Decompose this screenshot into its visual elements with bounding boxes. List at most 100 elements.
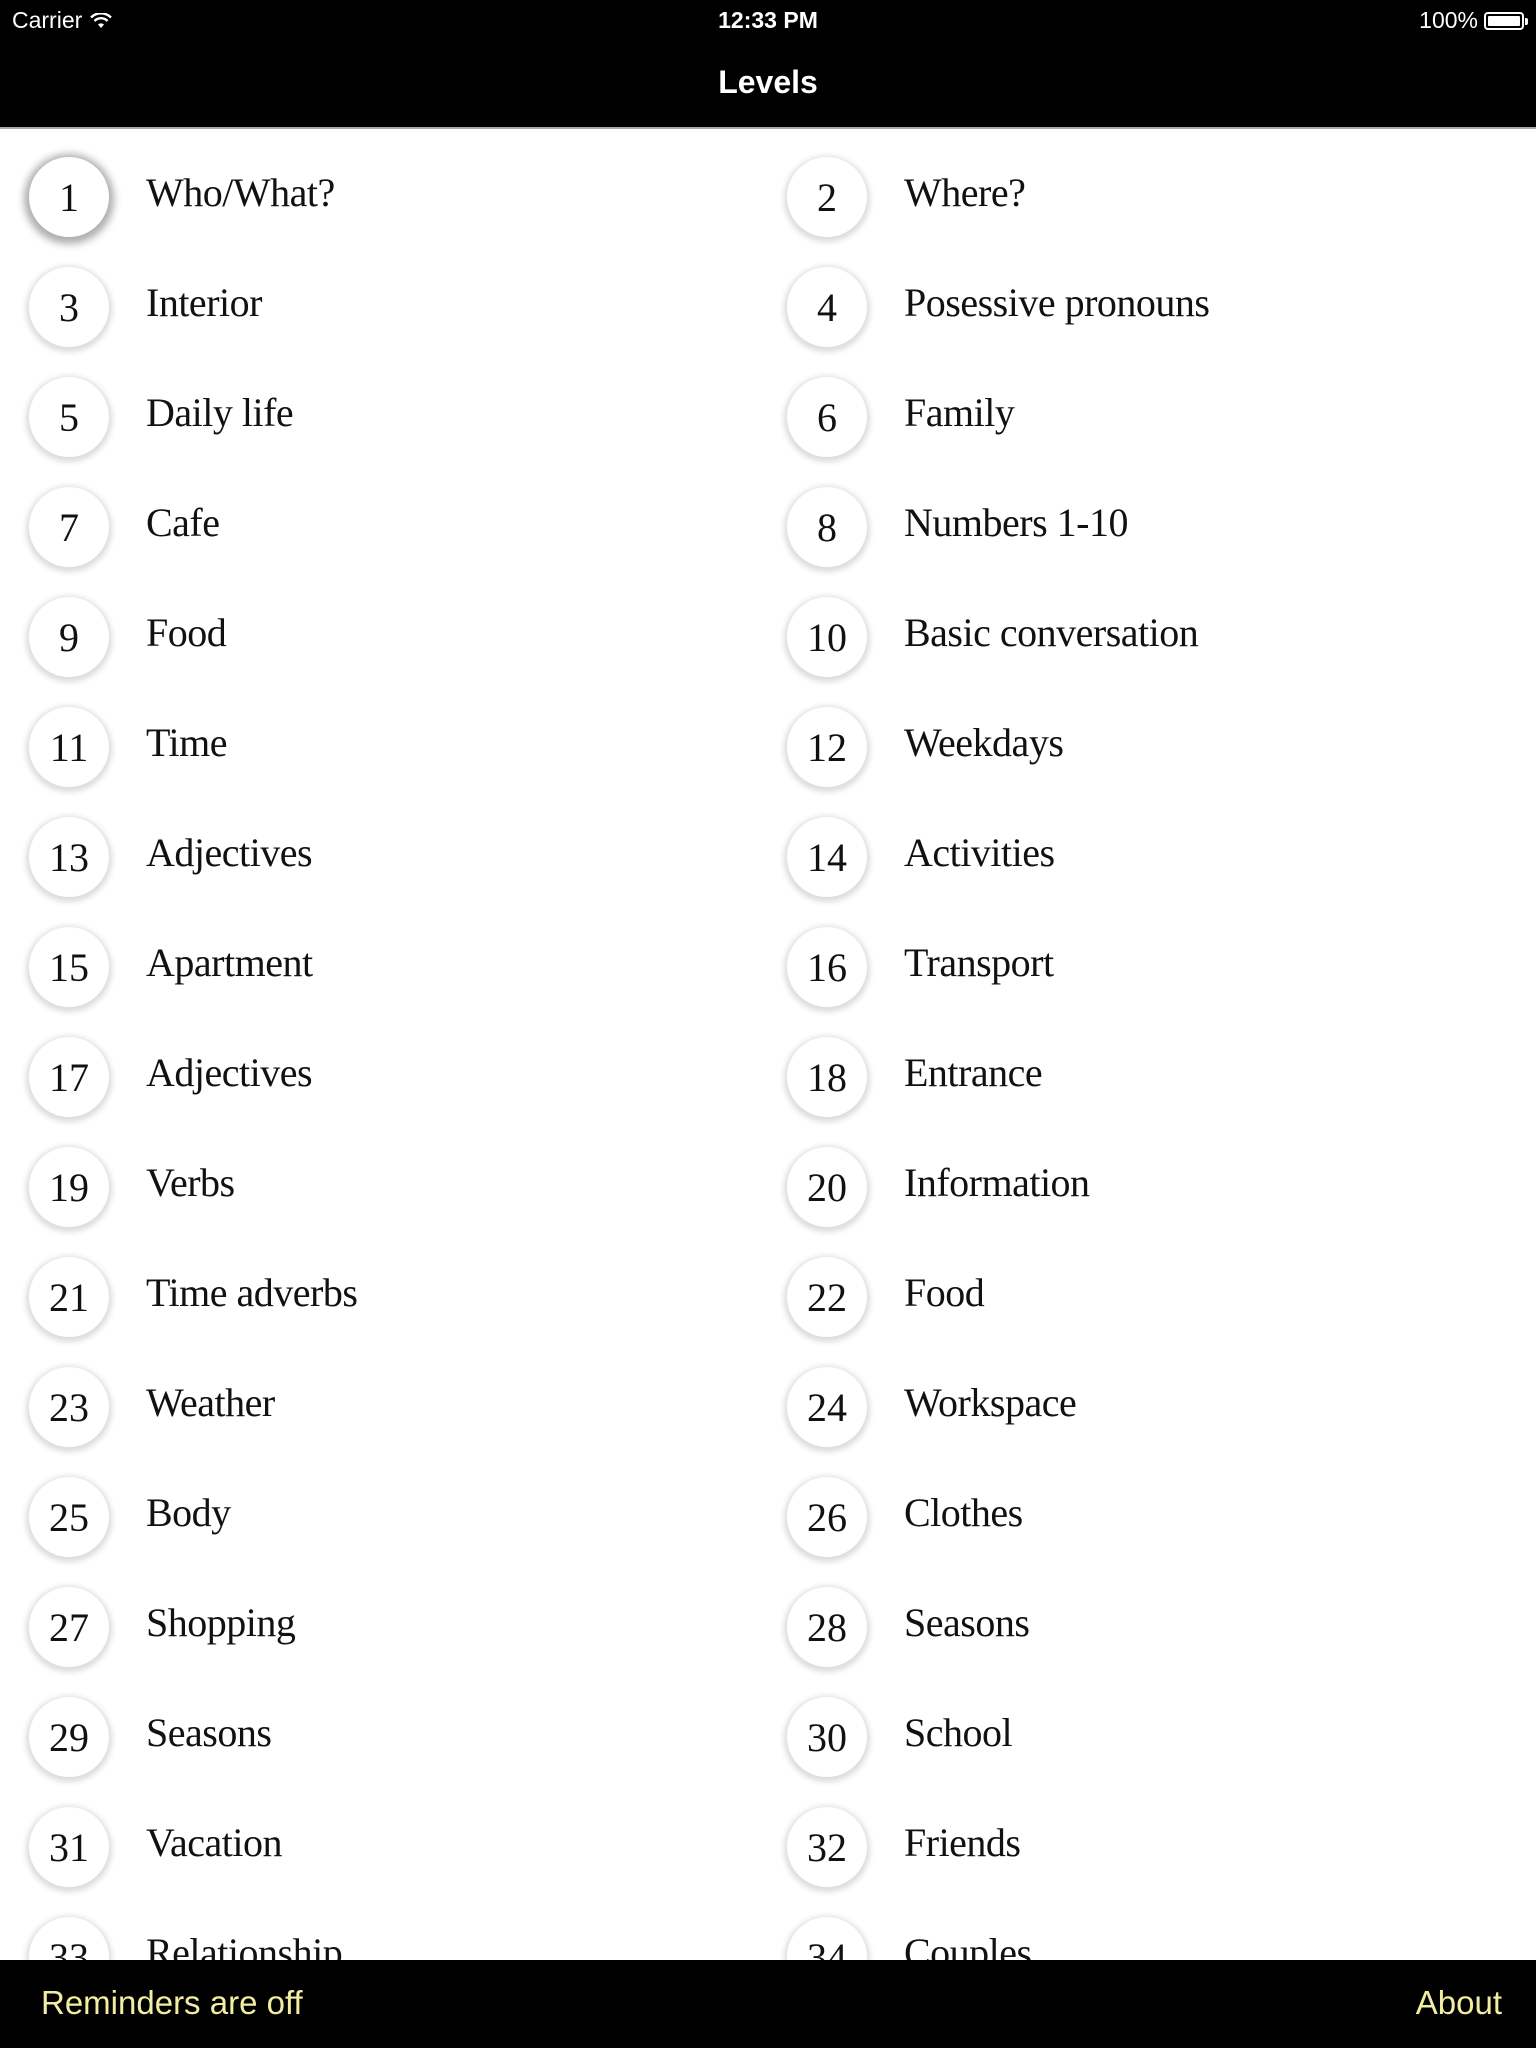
level-label: Food	[904, 1270, 985, 1315]
level-number-badge: 7	[29, 487, 109, 567]
level-label: Seasons	[904, 1600, 1030, 1645]
level-item[interactable]: 22 Food	[758, 1229, 1516, 1339]
level-number-badge: 25	[29, 1477, 109, 1557]
level-label: Time	[146, 720, 228, 765]
level-label: Workspace	[904, 1380, 1077, 1425]
level-label: Adjectives	[146, 1050, 313, 1095]
level-number-badge: 5	[29, 377, 109, 457]
clock: 12:33 PM	[718, 7, 818, 33]
level-number-badge: 26	[787, 1477, 867, 1557]
level-label: Cafe	[146, 500, 220, 545]
level-number-badge: 31	[29, 1807, 109, 1887]
level-item[interactable]: 15 Apartment	[0, 899, 758, 1009]
navigation-bar: Levels	[0, 40, 1536, 129]
level-label: Vacation	[146, 1820, 282, 1865]
level-item[interactable]: 1 Who/What?	[0, 129, 758, 239]
level-item[interactable]: 19 Verbs	[0, 1119, 758, 1229]
level-item[interactable]: 6 Family	[758, 349, 1516, 459]
level-label: Couples	[904, 1930, 1032, 1960]
level-number-badge: 15	[29, 927, 109, 1007]
level-item[interactable]: 5 Daily life	[0, 349, 758, 459]
about-button[interactable]: About	[1416, 1984, 1502, 2022]
level-number-badge: 27	[29, 1587, 109, 1667]
level-label: Friends	[904, 1820, 1021, 1865]
level-item[interactable]: 18 Entrance	[758, 1009, 1516, 1119]
level-item[interactable]: 27 Shopping	[0, 1559, 758, 1669]
level-item[interactable]: 20 Information	[758, 1119, 1516, 1229]
level-label: Time adverbs	[146, 1270, 358, 1315]
level-item[interactable]: 14 Activities	[758, 789, 1516, 899]
level-item[interactable]: 28 Seasons	[758, 1559, 1516, 1669]
level-label: Adjectives	[146, 830, 313, 875]
level-item[interactable]: 32 Friends	[758, 1779, 1516, 1889]
level-label: Clothes	[904, 1490, 1023, 1535]
level-number-badge: 16	[787, 927, 867, 1007]
level-number-badge: 21	[29, 1257, 109, 1337]
level-label: Who/What?	[146, 170, 335, 215]
level-number-badge: 6	[787, 377, 867, 457]
level-item[interactable]: 21 Time adverbs	[0, 1229, 758, 1339]
level-number-badge: 32	[787, 1807, 867, 1887]
level-number-badge: 33	[29, 1917, 109, 1960]
level-item[interactable]: 12 Weekdays	[758, 679, 1516, 789]
level-item[interactable]: 16 Transport	[758, 899, 1516, 1009]
level-item[interactable]: 25 Body	[0, 1449, 758, 1559]
level-item[interactable]: 29 Seasons	[0, 1669, 758, 1779]
level-item[interactable]: 24 Workspace	[758, 1339, 1516, 1449]
level-label: Food	[146, 610, 227, 655]
level-number-badge: 1	[29, 157, 109, 237]
reminders-button[interactable]: Reminders are off	[41, 1984, 303, 2022]
level-number-badge: 20	[787, 1147, 867, 1227]
level-number-badge: 2	[787, 157, 867, 237]
level-item[interactable]: 31 Vacation	[0, 1779, 758, 1889]
level-item[interactable]: 23 Weather	[0, 1339, 758, 1449]
level-number-badge: 14	[787, 817, 867, 897]
battery-percent: 100%	[1419, 7, 1478, 33]
page-title: Levels	[718, 64, 818, 100]
level-item[interactable]: 17 Adjectives	[0, 1009, 758, 1119]
level-label: Shopping	[146, 1600, 296, 1645]
level-label: Numbers 1-10	[904, 500, 1128, 545]
levels-list[interactable]: 1 Who/What? 2 Where? 3 Interior 4 Posessive pro…	[0, 129, 1536, 1960]
battery-group: 100%	[1419, 7, 1528, 34]
level-label: Transport	[904, 940, 1054, 985]
level-item[interactable]: 7 Cafe	[0, 459, 758, 569]
level-item[interactable]: 9 Food	[0, 569, 758, 679]
level-item[interactable]: 33 Relationship	[0, 1889, 758, 1960]
level-label: Posessive pronouns	[904, 280, 1210, 325]
level-item[interactable]: 34 Couples	[758, 1889, 1516, 1960]
status-bar: Carrier 12:33 PM 100%	[0, 0, 1536, 40]
level-label: Daily life	[146, 390, 294, 435]
level-number-badge: 11	[29, 707, 109, 787]
level-number-badge: 18	[787, 1037, 867, 1117]
level-number-badge: 24	[787, 1367, 867, 1447]
level-item[interactable]: 13 Adjectives	[0, 789, 758, 899]
level-label: Apartment	[146, 940, 313, 985]
level-label: Information	[904, 1160, 1090, 1205]
level-number-badge: 3	[29, 267, 109, 347]
level-number-badge: 30	[787, 1697, 867, 1777]
level-number-badge: 8	[787, 487, 867, 567]
level-label: Family	[904, 390, 1015, 435]
level-label: Seasons	[146, 1710, 272, 1755]
level-number-badge: 29	[29, 1697, 109, 1777]
level-label: Basic conversation	[904, 610, 1199, 655]
level-item[interactable]: 11 Time	[0, 679, 758, 789]
level-number-badge: 22	[787, 1257, 867, 1337]
level-item[interactable]: 8 Numbers 1-10	[758, 459, 1516, 569]
level-number-badge: 34	[787, 1917, 867, 1960]
level-item[interactable]: 4 Posessive pronouns	[758, 239, 1516, 349]
level-number-badge: 4	[787, 267, 867, 347]
level-item[interactable]: 2 Where?	[758, 129, 1516, 239]
level-item[interactable]: 26 Clothes	[758, 1449, 1516, 1559]
level-number-badge: 9	[29, 597, 109, 677]
level-label: Weather	[146, 1380, 275, 1425]
level-item[interactable]: 10 Basic conversation	[758, 569, 1516, 679]
level-item[interactable]: 3 Interior	[0, 239, 758, 349]
level-number-badge: 23	[29, 1367, 109, 1447]
level-number-badge: 13	[29, 817, 109, 897]
level-item[interactable]: 30 School	[758, 1669, 1516, 1779]
level-label: Relationship	[146, 1930, 343, 1960]
level-number-badge: 17	[29, 1037, 109, 1117]
level-label: Weekdays	[904, 720, 1064, 765]
